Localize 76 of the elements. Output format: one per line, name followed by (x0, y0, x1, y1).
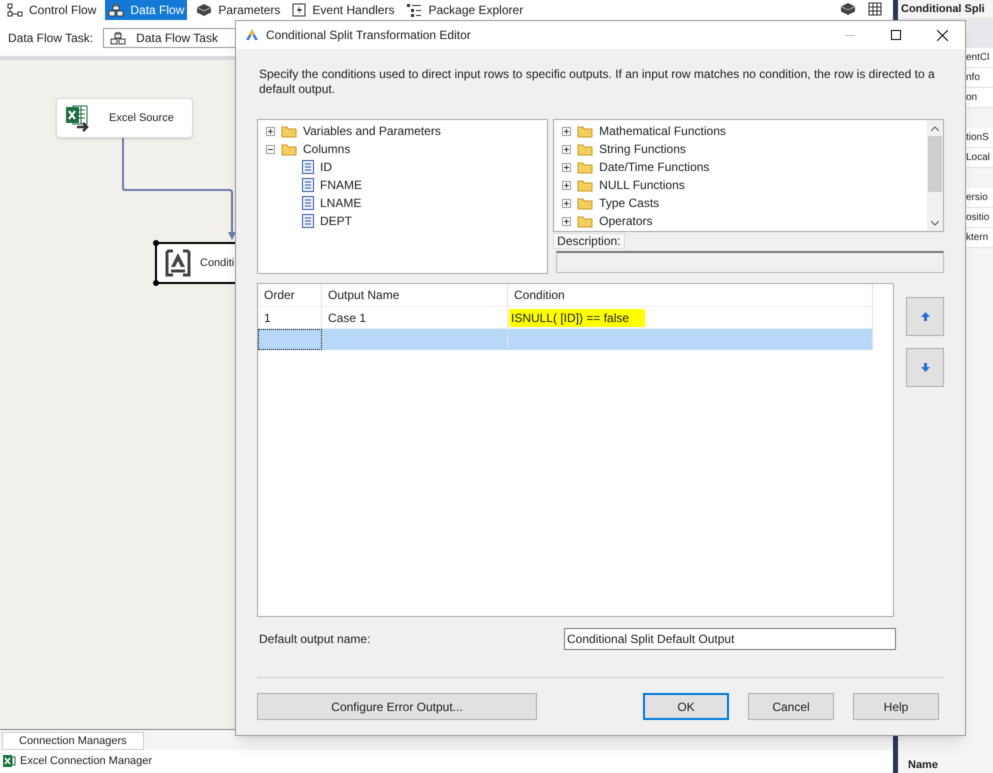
tree-item[interactable]: ID (320, 158, 332, 176)
column-icon (302, 160, 314, 174)
default-output-label: Default output name: (258, 631, 372, 648)
cylinders-icon (110, 31, 126, 45)
expand-icon[interactable] (562, 162, 572, 172)
column-icon (302, 214, 314, 228)
expand-icon[interactable] (562, 180, 572, 190)
collapse-icon[interactable] (266, 144, 275, 154)
dialog-icon (244, 28, 260, 42)
tree-item[interactable]: String Functions (599, 140, 686, 158)
grid-cell-text: Case 1 (328, 310, 366, 326)
column-header: Name (907, 758, 939, 772)
down-arrow-icon (920, 363, 930, 372)
dialog-button[interactable]: Help (853, 693, 939, 720)
move-up-button[interactable] (906, 297, 944, 336)
folder-icon (577, 142, 594, 156)
resize-handle[interactable] (153, 280, 159, 286)
grid-icon[interactable] (868, 2, 882, 16)
designer-tab[interactable]: Package Explorer (403, 0, 526, 20)
resize-handle[interactable] (153, 240, 159, 246)
expand-icon[interactable] (562, 126, 572, 136)
grid-row[interactable]: 1 Case 1 ISNULL( [ID]) == false (258, 306, 873, 328)
scrollbar[interactable] (927, 120, 943, 231)
grid-cell: ISNULL( [ID]) == false (509, 308, 646, 326)
grid-cell-text: 1 (264, 310, 271, 326)
lightning-icon (292, 3, 306, 17)
folder-icon (577, 196, 594, 210)
column-icon (302, 178, 314, 192)
canvas-node[interactable]: Excel Source (56, 98, 193, 138)
tree-item[interactable]: LNAME (320, 194, 362, 212)
folder-icon (577, 160, 594, 174)
tree-item[interactable]: Type Casts (599, 194, 660, 212)
folder-icon (577, 124, 594, 138)
scroll-up-icon[interactable] (931, 126, 939, 130)
panel-title: Conditional Spli (900, 2, 986, 17)
connection-item[interactable]: Excel Connection Manager (20, 752, 152, 770)
folder-icon (281, 142, 297, 156)
flow-icon (7, 3, 23, 17)
close-icon (936, 30, 948, 40)
task-label: Data Flow Task: (8, 30, 94, 47)
node-label: Conditi (200, 256, 234, 271)
folder-icon (577, 214, 594, 228)
box-icon (196, 3, 212, 17)
tree-item[interactable]: FNAME (320, 176, 362, 194)
node-label: Excel Source (109, 110, 174, 126)
tree-icon (406, 3, 422, 17)
column-icon (302, 196, 314, 210)
scroll-down-icon[interactable] (931, 220, 939, 226)
expand-icon[interactable] (562, 216, 572, 226)
tree-item[interactable]: Date/Time Functions (599, 158, 710, 176)
tree-item[interactable]: Variables and Parameters (303, 122, 441, 140)
tree-item[interactable]: Operators (599, 212, 653, 230)
folder-icon (577, 178, 594, 192)
tree-item[interactable]: Mathematical Functions (599, 122, 726, 140)
expand-icon[interactable] (562, 144, 572, 154)
dialog-button[interactable]: Cancel (748, 693, 834, 720)
up-arrow-icon (920, 312, 930, 321)
folder-icon (281, 124, 297, 138)
connection-managers-tab[interactable]: Connection Managers (2, 732, 144, 750)
designer-tab[interactable]: Event Handlers (289, 0, 398, 20)
default-output-field[interactable]: Conditional Split Default Output (564, 628, 896, 650)
split-icon (165, 249, 191, 277)
tree-item[interactable]: DEPT (320, 212, 352, 230)
dialog-button[interactable]: OK (643, 693, 729, 720)
designer-tab[interactable]: Control Flow (4, 0, 100, 20)
cylinders-icon (108, 3, 124, 17)
tree-item[interactable]: Columns (303, 140, 350, 158)
expand-icon[interactable] (562, 198, 572, 208)
expand-icon[interactable] (266, 126, 275, 136)
dialog-button[interactable]: Configure Error Output... (257, 693, 537, 720)
description-label: Description: (553, 233, 625, 249)
tree-item[interactable]: NULL Functions (599, 176, 685, 194)
designer-tab[interactable]: Data Flow (105, 0, 188, 20)
designer-tab[interactable]: Parameters (193, 0, 284, 20)
box-icon (840, 2, 856, 16)
move-down-button[interactable] (906, 348, 944, 387)
